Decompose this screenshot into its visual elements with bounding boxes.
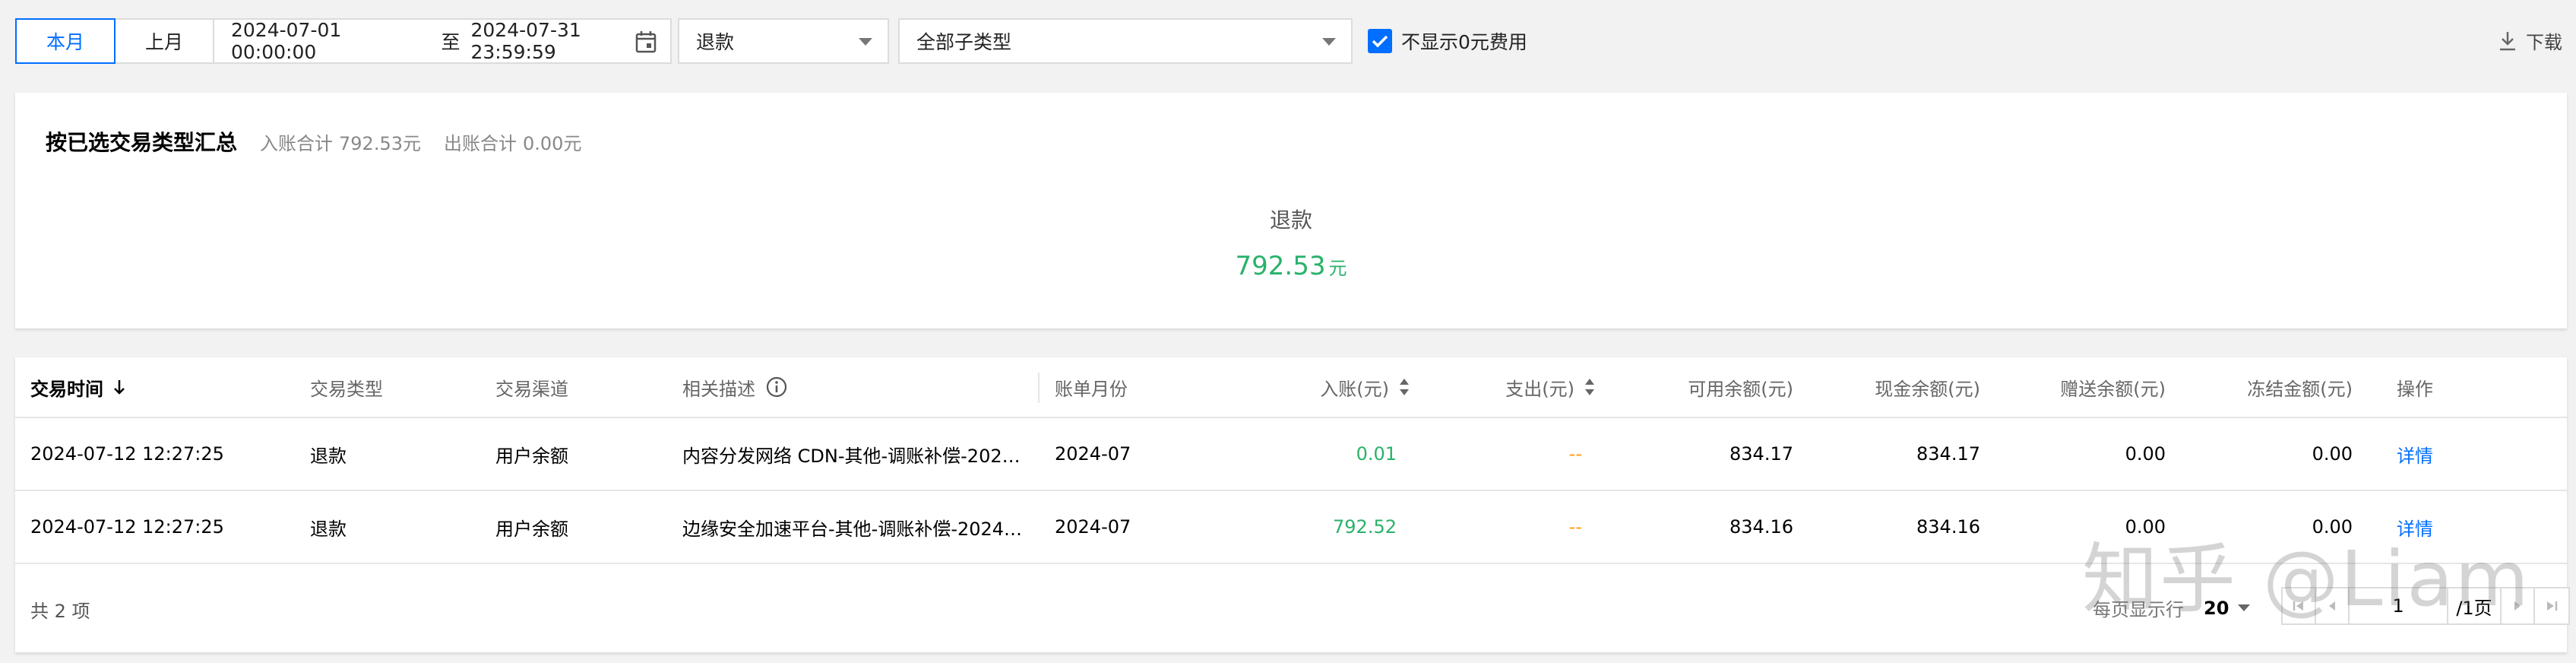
chevron-down-icon bbox=[1322, 38, 1336, 46]
download-label: 下载 bbox=[2526, 32, 2562, 53]
chevron-down-icon bbox=[859, 38, 872, 46]
col-time-header[interactable]: 交易时间 bbox=[30, 357, 258, 417]
hide-zero-label: 不显示0元费用 bbox=[1401, 31, 1527, 53]
column-divider bbox=[1038, 373, 1040, 403]
chevron-down-icon bbox=[2238, 604, 2251, 611]
col-income-header[interactable]: 入账(元) bbox=[1231, 357, 1409, 417]
detail-link[interactable]: 详情 bbox=[2397, 418, 2488, 490]
col-channel-header: 交易渠道 bbox=[495, 378, 568, 400]
sort-desc-icon[interactable] bbox=[112, 379, 126, 395]
col-desc-header: 相关描述 bbox=[682, 357, 910, 417]
cell-available: 834.17 bbox=[1729, 443, 1793, 465]
cell-frozen: 0.00 bbox=[2312, 516, 2353, 538]
cell-cash: 834.16 bbox=[1916, 516, 1980, 538]
download-icon bbox=[2500, 31, 2515, 50]
expense-total-value: 0.00元 bbox=[523, 133, 582, 154]
detail-link[interactable]: 详情 bbox=[2397, 491, 2488, 563]
cell-desc: 边缘安全加速平台-其他-调账补偿-2024… bbox=[682, 518, 1023, 540]
page-number-input[interactable]: 1 bbox=[2350, 588, 2448, 623]
cell-income: 792.52 bbox=[1333, 516, 1397, 538]
first-page-button[interactable] bbox=[2283, 588, 2316, 623]
last-month-button[interactable]: 上月 bbox=[114, 18, 214, 64]
date-range-picker[interactable]: 2024-07-01 00:00:00 至 2024-07-31 23:59:5… bbox=[213, 18, 672, 64]
hide-zero-checkbox[interactable]: 不显示0元费用 bbox=[1368, 27, 1527, 55]
cell-type: 退款 bbox=[310, 445, 347, 467]
page-size-label: 每页显示行 bbox=[2093, 599, 2184, 620]
pagination: 1 /1页 bbox=[2281, 587, 2570, 625]
page-total: /1页 bbox=[2448, 588, 2502, 623]
transaction-type-value: 退款 bbox=[696, 31, 735, 53]
col-available-header: 可用余额(元) bbox=[1688, 378, 1793, 400]
date-separator: 至 bbox=[441, 31, 460, 53]
income-total-label: 入账合计 bbox=[260, 133, 334, 154]
next-page-icon bbox=[2514, 601, 2521, 611]
summary-category: 退款 bbox=[1269, 208, 1312, 233]
table-row: 2024-07-12 12:27:25 退款 用户余额 边缘安全加速平台-其他-… bbox=[15, 491, 2567, 564]
subtype-value: 全部子类型 bbox=[916, 31, 1012, 53]
last-page-icon bbox=[2547, 601, 2558, 611]
cell-desc: 内容分发网络 CDN-其他-调账补偿-202… bbox=[682, 445, 1021, 467]
col-gift-header: 赠送余额(元) bbox=[2060, 378, 2166, 400]
cell-income: 0.01 bbox=[1356, 443, 1397, 465]
income-total-value: 792.53元 bbox=[339, 133, 421, 154]
cell-channel: 用户余额 bbox=[495, 518, 568, 540]
cell-month: 2024-07 bbox=[1055, 443, 1131, 465]
expense-total: 出账合计 0.00元 bbox=[444, 128, 581, 155]
cell-month: 2024-07 bbox=[1055, 516, 1131, 538]
col-expense-label: 支出(元) bbox=[1505, 378, 1574, 400]
checkbox-checked-icon[interactable] bbox=[1368, 29, 1392, 53]
cell-expense: -- bbox=[1568, 516, 1582, 538]
table-footer: 共 2 项 每页显示行 20 1 /1页 bbox=[15, 564, 2570, 652]
this-month-button[interactable]: 本月 bbox=[15, 18, 116, 64]
cell-frozen: 0.00 bbox=[2312, 443, 2353, 465]
col-month-header: 账单月份 bbox=[1055, 378, 1128, 400]
cell-type: 退款 bbox=[310, 518, 347, 540]
date-start: 2024-07-01 00:00:00 bbox=[231, 19, 342, 63]
transaction-type-select[interactable]: 退款 bbox=[678, 18, 889, 64]
summary-amount-value: 792.53 bbox=[1235, 251, 1326, 281]
last-page-button[interactable] bbox=[2535, 588, 2568, 623]
cell-time: 2024-07-12 12:27:25 bbox=[30, 516, 224, 538]
cell-channel: 用户余额 bbox=[495, 445, 568, 467]
col-time-label: 交易时间 bbox=[30, 378, 103, 400]
summary-title: 按已选交易类型汇总 bbox=[46, 130, 238, 155]
page-size-select[interactable]: 每页显示行 20 bbox=[2093, 595, 2251, 621]
next-page-button[interactable] bbox=[2502, 588, 2535, 623]
cell-available: 834.16 bbox=[1729, 516, 1793, 538]
col-frozen-header: 冻结金额(元) bbox=[2247, 378, 2353, 400]
info-icon[interactable] bbox=[766, 376, 787, 398]
sort-icon[interactable] bbox=[1400, 379, 1409, 395]
total-count: 共 2 项 bbox=[30, 601, 90, 622]
col-type-header: 交易类型 bbox=[310, 378, 383, 400]
cell-gift: 0.00 bbox=[2125, 516, 2166, 538]
table-row: 2024-07-12 12:27:25 退款 用户余额 内容分发网络 CDN-其… bbox=[15, 418, 2567, 491]
col-cash-header: 现金余额(元) bbox=[1875, 378, 1980, 400]
cell-expense: -- bbox=[1568, 443, 1582, 465]
summary-card: 按已选交易类型汇总 入账合计 792.53元 出账合计 0.00元 退款 792.5… bbox=[15, 93, 2567, 328]
cell-cash: 834.17 bbox=[1916, 443, 1980, 465]
summary-amount: 792.53 元 bbox=[15, 251, 2567, 281]
cell-time: 2024-07-12 12:27:25 bbox=[30, 443, 224, 465]
col-income-label: 入账(元) bbox=[1320, 378, 1389, 400]
sort-icon[interactable] bbox=[1585, 379, 1594, 395]
table-header: 交易时间 交易类型 交易渠道 相关描述 账单月份 入账(元) 支出(元) 可用余… bbox=[15, 357, 2567, 418]
summary-amount-unit: 元 bbox=[1328, 258, 1347, 279]
subtype-select[interactable]: 全部子类型 bbox=[898, 18, 1353, 64]
prev-page-icon bbox=[2329, 601, 2335, 611]
transactions-table: 交易时间 交易类型 交易渠道 相关描述 账单月份 入账(元) 支出(元) 可用余… bbox=[15, 357, 2570, 652]
col-desc-label: 相关描述 bbox=[682, 378, 755, 400]
prev-page-button[interactable] bbox=[2316, 588, 2350, 623]
calendar-icon[interactable] bbox=[635, 30, 657, 53]
summary-header: 按已选交易类型汇总 入账合计 792.53元 出账合计 0.00元 bbox=[46, 126, 581, 157]
income-total: 入账合计 792.53元 bbox=[260, 128, 421, 155]
col-expense-header[interactable]: 支出(元) bbox=[1421, 357, 1594, 417]
filter-toolbar: 本月 上月 2024-07-01 00:00:00 至 2024-07-31 2… bbox=[0, 0, 2576, 82]
cell-gift: 0.00 bbox=[2125, 443, 2166, 465]
download-button[interactable]: 下载 bbox=[2498, 27, 2562, 54]
page-size-value: 20 bbox=[2204, 597, 2229, 619]
first-page-icon bbox=[2293, 601, 2303, 611]
col-action-header: 操作 bbox=[2397, 378, 2433, 400]
expense-total-label: 出账合计 bbox=[444, 133, 517, 154]
